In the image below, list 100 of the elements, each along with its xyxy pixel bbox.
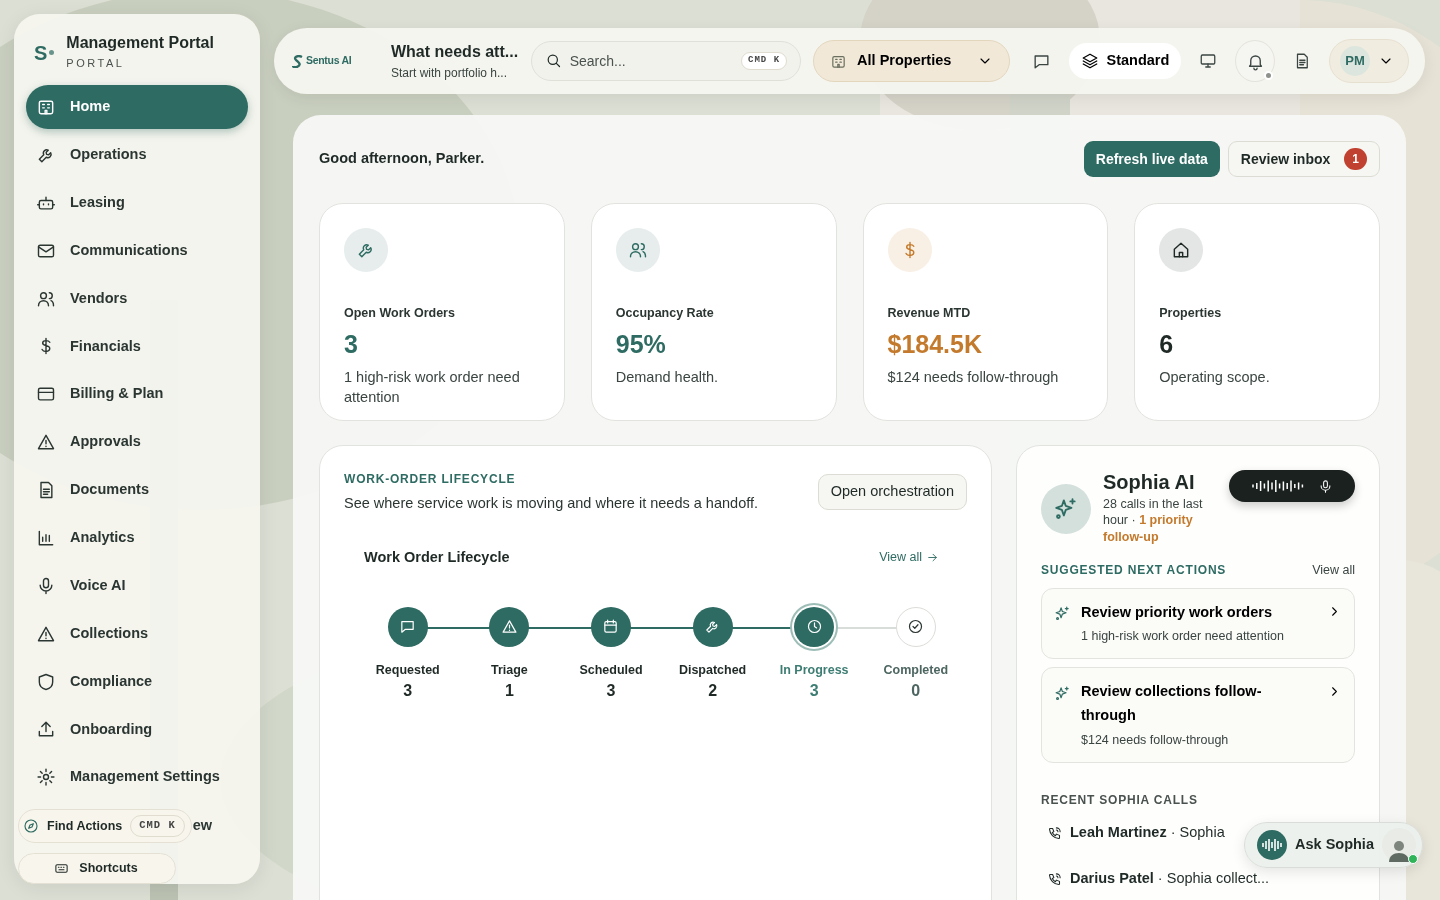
page-subtitle: Start with portfolio h... [391,65,509,82]
stage-count: 0 [911,681,921,702]
stage-node[interactable] [794,606,835,647]
layers-icon [1080,52,1099,70]
sidebar-item[interactable]: Vendors [26,276,248,321]
section-label: RECENT SOPHIA CALLS [1041,792,1199,810]
phone-icon [1047,871,1062,887]
greeting: Good afternoon, Parker. [319,149,485,169]
stage-label: Requested [375,661,440,679]
section-description: See where service work is moving and where it needs a handoff. [344,494,758,513]
stage-label: Completed [883,661,949,679]
compass-icon [23,818,39,835]
sidebar-item[interactable]: Analytics [26,515,248,560]
voice-button[interactable] [1229,470,1355,502]
suggestion-detail: $124 needs follow-through [1081,732,1230,750]
section-label: SUGGESTED NEXT ACTIONS [1041,562,1227,580]
stage-count: 1 [504,681,514,702]
stage-count: 2 [708,681,718,702]
stat-label: Revenue MTD [887,305,972,322]
page-title: What needs att... [391,42,519,62]
stat-value: $184.5K [887,328,984,359]
sidebar-item[interactable]: Home [26,85,248,129]
stat-note: 1 high-risk work order need attention [344,367,521,408]
sidebar-item[interactable]: Collections [26,611,248,656]
view-all-link[interactable]: View all [879,548,939,567]
review-inbox-button[interactable]: Review inbox 1 [1227,141,1380,177]
stage-node[interactable] [387,606,428,647]
ask-sophia-button[interactable]: Ask Sophia [1244,822,1423,868]
stat-value: 95% [615,328,667,359]
clock-icon [805,618,823,635]
stat-label: Occupancy Rate [615,305,715,322]
check-icon [907,618,925,635]
app-title: Management Portal [66,34,214,52]
avatar-icon [1388,838,1410,862]
sparkle-icon [1054,685,1071,703]
view-all-link[interactable]: View all [1312,560,1355,580]
notifications-button[interactable] [1235,40,1275,82]
stage-label: Triage [490,661,528,679]
shield-icon [36,671,56,692]
sparkle-icon [1054,605,1071,623]
users-icon [627,240,648,260]
stage-count: 3 [403,681,413,702]
sidebar-item[interactable]: Compliance [26,659,248,704]
sidebar-item[interactable]: Approvals [26,420,248,465]
sidebar-item[interactable]: Documents [26,468,248,512]
call-entry: Leah Martinez · Sophia [1070,823,1225,843]
shortcuts-button[interactable]: Shortcuts [18,852,176,884]
app-subtitle: PORTAL [66,55,126,71]
waveform-icon [1251,480,1304,492]
mode-button[interactable]: Standard [1068,43,1182,79]
sidebar-item[interactable]: Leasing [26,180,248,225]
stage-label: Dispatched [678,661,747,679]
nav-label: ew [192,816,213,836]
sidebar-item[interactable]: Voice AI [26,563,248,608]
orchestration-button[interactable]: Open orchestration [817,474,967,510]
stage-count: 3 [809,681,819,702]
call-entry: Darius Patel · Sophia collect... [1070,869,1270,889]
stage-node[interactable] [692,606,733,647]
stat-note: $124 needs follow-through [887,367,1060,387]
chart-title: Work Order Lifecycle [364,547,510,567]
stat-note: Demand health. [615,367,720,387]
sidebar-item[interactable]: Onboarding [26,707,248,752]
phone-icon [1047,825,1062,841]
sidebar-item[interactable]: Billing & Plan [26,372,248,417]
stage-node[interactable] [489,606,530,647]
stat-label: Open Work Orders [344,305,456,322]
property-select[interactable]: All Properties [813,40,1011,82]
stat-label: Properties [1159,305,1223,322]
sidebar-item[interactable]: Financials [26,324,248,369]
shortcut-hint: CMD K [741,52,788,70]
refresh-button[interactable]: Refresh live data [1083,141,1220,177]
stage-node[interactable] [591,606,631,647]
chat-icon [399,618,417,635]
account-menu[interactable]: PM [1329,39,1409,83]
stage-label: In Progress [779,661,849,679]
call-summary: 28 calls in the last hour · 1 priority follow-up [1103,496,1204,545]
waveform-icon [1261,838,1283,852]
assistant-name: Sophia AI [1103,470,1196,494]
count-badge: 1 [1344,148,1367,170]
monitor-icon [1199,52,1218,70]
sparkle-icon [1053,496,1079,522]
suggestion-title: Review priority work orders [1081,602,1273,622]
warning-icon [500,618,518,635]
suggestion-detail: 1 high-risk work order need attention [1081,628,1285,646]
stage-label: Scheduled [579,661,643,679]
calendar-icon [602,618,620,635]
sidebar-item[interactable]: Management Settings [26,755,248,800]
stat-value: 3 [344,328,359,359]
sidebar-item[interactable]: Operations [26,132,248,177]
stage-count: 3 [606,681,616,702]
stat-note: Operating scope. [1159,367,1271,387]
logo: S [34,37,55,68]
sidebar-item[interactable]: Communications [26,228,248,273]
stat-value: 6 [1159,328,1175,359]
brand-logo: Sentus AI [292,53,369,69]
suggestion-item[interactable]: Review collections follow-through $124 needs follow-through [1041,667,1355,764]
suggestion-title: Review collections follow-through [1081,682,1263,726]
suggestion-item[interactable]: Review priority work orders 1 high-risk work order need attention [1041,587,1355,660]
find-actions-button[interactable]: Find Actions CMD K [18,809,192,843]
section-label: WORK-ORDER LIFECYCLE [344,471,517,488]
